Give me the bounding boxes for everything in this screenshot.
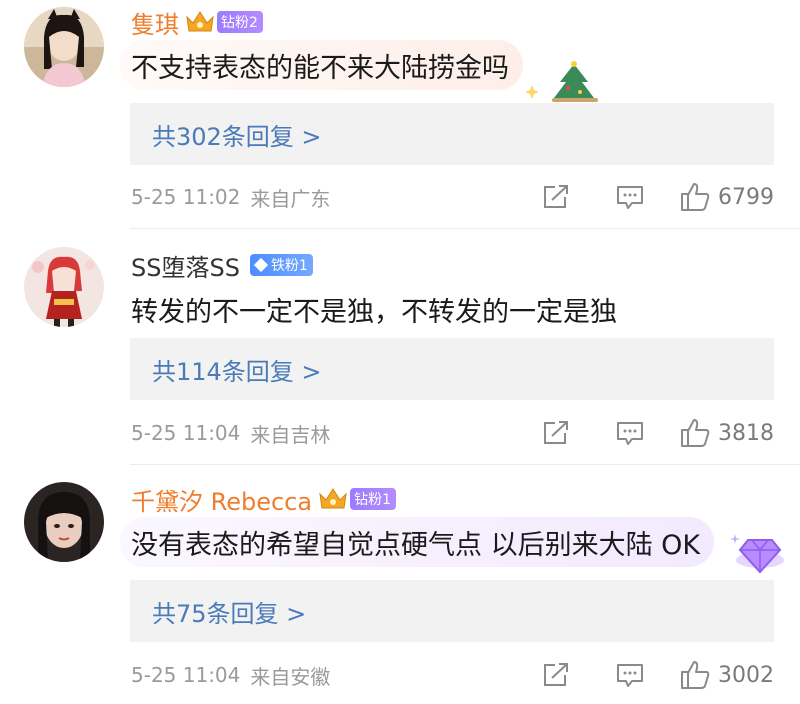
replies-count: 共114条回复 > [152, 357, 322, 386]
crown-icon [318, 486, 348, 512]
crown-icon [185, 9, 215, 35]
fan-badge-label: 铁粉1 [270, 258, 308, 274]
divider [130, 228, 800, 229]
comment-text-bubble: 没有表态的希望自觉点硬气点 以后别来大陆 OK [120, 517, 715, 567]
comment-actions: 3002 [542, 660, 774, 690]
diamond-icon [728, 528, 788, 582]
avatar[interactable] [24, 247, 104, 327]
username[interactable]: 隻琪 [131, 5, 179, 40]
christmas-tree-icon [522, 60, 602, 108]
like-count: 6799 [718, 184, 774, 210]
user-info: 隻琪 钻粉2 [131, 5, 263, 40]
comment-meta: 5-25 11:04 来自安徽 3002 [131, 660, 774, 690]
replies-link[interactable]: 共75条回复 > [130, 580, 774, 642]
replies-link[interactable]: 共114条回复 > [130, 338, 774, 400]
comment-actions: 3818 [542, 418, 774, 448]
comment-location: 来自安徽 [250, 664, 331, 689]
replies-link[interactable]: 共302条回复 > [130, 103, 774, 165]
thumbs-up-icon[interactable] [680, 182, 710, 212]
avatar[interactable] [24, 482, 104, 562]
username[interactable]: 千黛汐 Rebecca [131, 482, 312, 517]
comment-time: 5-25 11:02 [131, 185, 241, 209]
fan-badge[interactable]: 钻粉1 [350, 488, 397, 510]
like-count: 3818 [718, 420, 774, 446]
comment-location: 来自广东 [250, 186, 331, 211]
thumbs-up-icon[interactable] [680, 418, 710, 448]
comment-icon[interactable] [616, 662, 644, 688]
comment-location: 来自吉林 [250, 422, 331, 447]
fan-badge[interactable]: 铁粉1 [249, 254, 313, 276]
like-count: 3002 [718, 662, 774, 688]
replies-count: 共302条回复 > [152, 122, 322, 151]
replies-count: 共75条回复 > [152, 599, 307, 628]
comment-meta: 5-25 11:02 来自广东 6799 [131, 182, 774, 212]
user-info: SS堕落SS 铁粉1 [131, 248, 313, 283]
comment-text: 不支持表态的能不来大陆捞金吗 [131, 52, 509, 84]
avatar[interactable] [24, 7, 104, 87]
thumbs-up-icon[interactable] [680, 660, 710, 690]
user-info: 千黛汐 Rebecca 钻粉1 [131, 482, 397, 517]
share-icon[interactable] [542, 420, 570, 446]
comment-icon[interactable] [616, 184, 644, 210]
comment-meta: 5-25 11:04 来自吉林 3818 [131, 418, 774, 448]
share-icon[interactable] [542, 662, 570, 688]
comment-text: 转发的不一定不是独，不转发的一定是独 [131, 297, 617, 328]
comment-icon[interactable] [616, 420, 644, 446]
comment-time: 5-25 11:04 [131, 663, 241, 687]
comment-text: 没有表态的希望自觉点硬气点 以后别来大陆 OK [131, 529, 701, 561]
comment-actions: 6799 [542, 182, 774, 212]
comment-text-bubble: 不支持表态的能不来大陆捞金吗 [120, 40, 523, 90]
comment-time: 5-25 11:04 [131, 421, 241, 445]
username[interactable]: SS堕落SS [131, 248, 240, 283]
diamond-icon [253, 257, 269, 273]
divider [130, 464, 800, 465]
share-icon[interactable] [542, 184, 570, 210]
fan-badge[interactable]: 钻粉2 [217, 11, 263, 33]
